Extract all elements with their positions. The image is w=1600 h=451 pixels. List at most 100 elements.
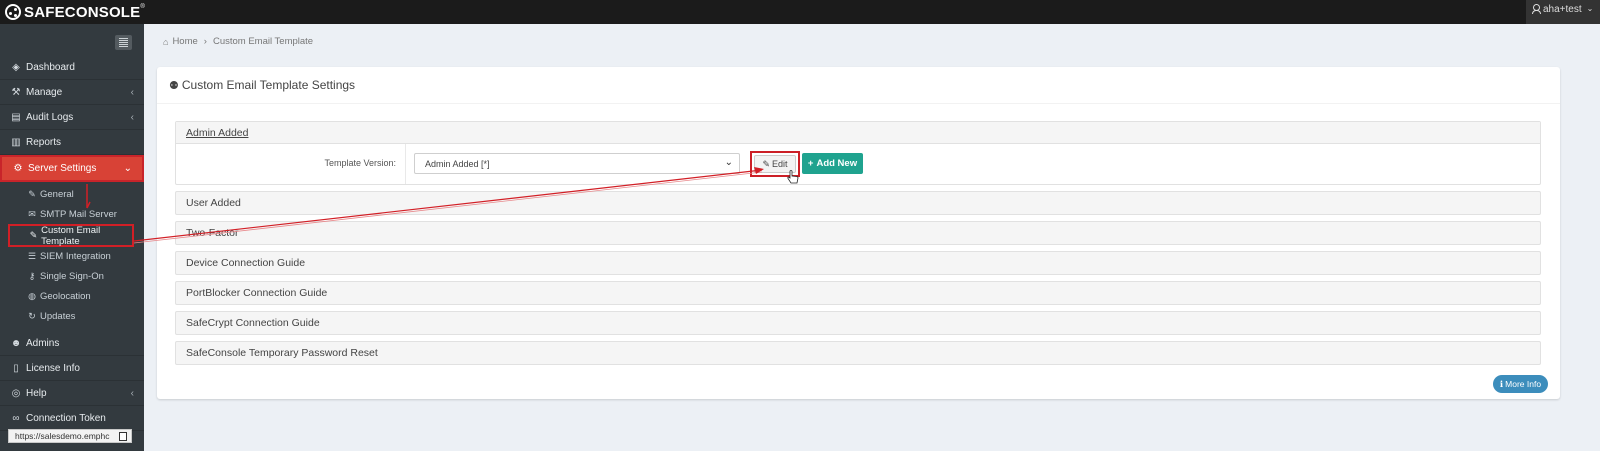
sidebar-item-label: Reports <box>26 136 62 148</box>
lifebuoy-icon: ◎ <box>11 387 21 399</box>
form-divider <box>405 144 406 184</box>
sidebar-item-label: Manage <box>26 86 63 98</box>
home-icon: ⌂ <box>163 36 169 47</box>
sidebar-item-label: Server Settings <box>28 163 97 174</box>
template-panel-device-connection-guide[interactable]: Device Connection Guide <box>175 251 1541 275</box>
breadcrumb-home-link[interactable]: Home <box>172 36 197 47</box>
sidebar-subitem-label: Updates <box>40 310 76 322</box>
link-icon: ∞ <box>12 412 20 424</box>
sidebar-item-label: License Info <box>26 362 80 374</box>
refresh-icon: ↻ <box>28 310 36 321</box>
sidebar-subitem-updates[interactable]: ↻ Updates <box>0 306 144 326</box>
sidebar-item-help[interactable]: ◎ Help ‹ <box>0 381 144 406</box>
key-icon: ⚷ <box>28 270 36 281</box>
breadcrumb-separator: › <box>203 36 207 47</box>
copy-icon[interactable] <box>119 432 127 441</box>
brand-name: SAFECONSOLE® <box>24 3 146 21</box>
edit-button-label: Edit <box>772 159 788 169</box>
sidebar-item-admins[interactable]: ☻ Admins <box>0 331 144 356</box>
globe-icon: ◍ <box>28 290 36 301</box>
template-panel-admin-added: Admin Added Template Version: Admin Adde… <box>175 121 1541 185</box>
user-icon <box>1532 4 1541 14</box>
template-panel-two-factor[interactable]: Two-Factor <box>175 221 1541 245</box>
info-icon: ℹ <box>1499 378 1504 389</box>
top-navbar: SAFECONSOLE® aha+test ⌄ <box>0 0 1600 24</box>
sidebar-item-label: Admins <box>26 337 60 349</box>
sidebar-subitem-label: Custom Email Template <box>41 224 101 247</box>
panel-header-admin-added[interactable]: Admin Added <box>176 122 1540 144</box>
breadcrumb-current: Custom Email Template <box>212 36 314 47</box>
chevron-left-icon: ‹ <box>130 86 134 98</box>
sidebar-subitem-smtp-mail-server[interactable]: ✉ SMTP Mail Server <box>0 204 144 224</box>
sidebar-subitem-single-sign-on[interactable]: ⚷ Single Sign-On <box>0 266 144 286</box>
user-name: aha+test <box>1543 4 1582 15</box>
envelope-icon: ✉ <box>28 208 36 219</box>
page-title: ⚉ Custom Email Template Settings <box>157 67 1560 104</box>
sidebar-subitem-siem-integration[interactable]: ☰ SIEM Integration <box>0 246 144 266</box>
chevron-left-icon: ‹ <box>130 387 134 399</box>
sidebar-item-dashboard[interactable]: ◈ Dashboard <box>0 55 144 80</box>
list-icon: ☰ <box>27 250 37 261</box>
template-version-label: Template Version: <box>324 158 396 168</box>
panel-title: PortBlocker Connection Guide <box>186 287 328 299</box>
sidebar-subitem-label: SMTP Mail Server <box>40 208 117 220</box>
sidebar-subitem-custom-email-template[interactable]: ✎ Custom Email Template <box>8 224 134 247</box>
sidebar-subitem-label: Single Sign-On <box>40 270 104 282</box>
sidebar-item-label: Audit Logs <box>26 111 74 123</box>
bar-chart-icon: ▥ <box>11 136 21 148</box>
panel-title: Device Connection Guide <box>186 257 306 269</box>
template-version-select[interactable]: Admin Added [*] ⌄ <box>414 153 740 174</box>
brand-logo[interactable]: SAFECONSOLE® <box>5 3 145 21</box>
more-info-button[interactable]: ℹ More Info <box>1493 375 1548 393</box>
dashboard-icon: ◈ <box>12 61 20 73</box>
sidebar-subitem-general[interactable]: ✎ General <box>0 184 144 204</box>
chevron-left-icon: ‹ <box>130 111 134 123</box>
add-new-button[interactable]: + Add New <box>802 153 863 174</box>
sidebar-item-reports[interactable]: ▥ Reports <box>0 130 144 155</box>
template-panel-portblocker-connection-guide[interactable]: PortBlocker Connection Guide <box>175 281 1541 305</box>
add-new-button-label: Add New <box>816 158 858 169</box>
edit-icon: ✎ <box>29 230 38 240</box>
template-panel-safecrypt-connection-guide[interactable]: SafeCrypt Connection Guide <box>175 311 1541 335</box>
page-title-text: Custom Email Template Settings <box>181 78 356 92</box>
panel-title: SafeConsole Temporary Password Reset <box>186 347 378 359</box>
status-url-text: https://salesdemo.emphc <box>15 431 110 441</box>
more-info-label: More Info <box>1505 379 1542 389</box>
wrench-icon: ⚒ <box>11 86 21 98</box>
template-version-value: Admin Added [*] <box>425 158 490 169</box>
template-panel-temporary-password-reset[interactable]: SafeConsole Temporary Password Reset <box>175 341 1541 365</box>
template-panel-user-added[interactable]: User Added <box>175 191 1541 215</box>
settings-box: ⚉ Custom Email Template Settings Admin A… <box>157 67 1560 399</box>
browser-status-url: https://salesdemo.emphc <box>8 429 132 443</box>
sidebar-subitem-label: General <box>40 188 74 200</box>
wrench-icon: ✎ <box>28 188 36 199</box>
panel-title: User Added <box>186 197 241 209</box>
book-icon: ▤ <box>11 111 21 123</box>
template-version-row: Template Version: Admin Added [*] ⌄ ✎ Ed… <box>176 144 1540 184</box>
sidebar-item-manage[interactable]: ⚒ Manage ‹ <box>0 80 144 105</box>
sidebar-toggle-button[interactable] <box>115 35 132 50</box>
chevron-down-icon: ⌄ <box>123 163 132 174</box>
file-icon: ▯ <box>13 362 19 374</box>
sidebar-item-label: Help <box>26 387 47 399</box>
sidebar-subitem-label: Geolocation <box>40 290 91 302</box>
sidebar: ◈ Dashboard ⚒ Manage ‹ ▤ Audit Logs ‹ ▥ … <box>0 24 144 451</box>
sidebar-item-license-info[interactable]: ▯ License Info <box>0 356 144 381</box>
sidebar-subitem-geolocation[interactable]: ◍ Geolocation <box>0 286 144 306</box>
plus-icon: + <box>807 158 814 169</box>
sidebar-item-label: Connection Token <box>26 412 106 424</box>
sidebar-subitem-label: SIEM Integration <box>40 250 111 262</box>
main-content: ⌂ Home › Custom Email Template ⚉ Custom … <box>144 24 1600 451</box>
user-menu[interactable]: aha+test ⌄ <box>1526 0 1600 24</box>
safeconsole-logo-icon <box>5 4 21 20</box>
chevron-down-icon: ⌄ <box>1586 4 1594 13</box>
chevron-down-icon: ⌄ <box>724 157 733 168</box>
envelope-open-icon: ⚉ <box>169 79 179 92</box>
sidebar-item-label: Dashboard <box>26 61 75 73</box>
sidebar-item-server-settings[interactable]: ⚙ Server Settings ⌄ <box>0 155 144 182</box>
edit-icon: ✎ <box>762 158 771 169</box>
panel-title: SafeCrypt Connection Guide <box>186 317 320 329</box>
sidebar-item-audit-logs[interactable]: ▤ Audit Logs ‹ <box>0 105 144 130</box>
panel-title: Two-Factor <box>186 227 239 239</box>
sidebar-item-connection-token[interactable]: ∞ Connection Token <box>0 406 144 431</box>
